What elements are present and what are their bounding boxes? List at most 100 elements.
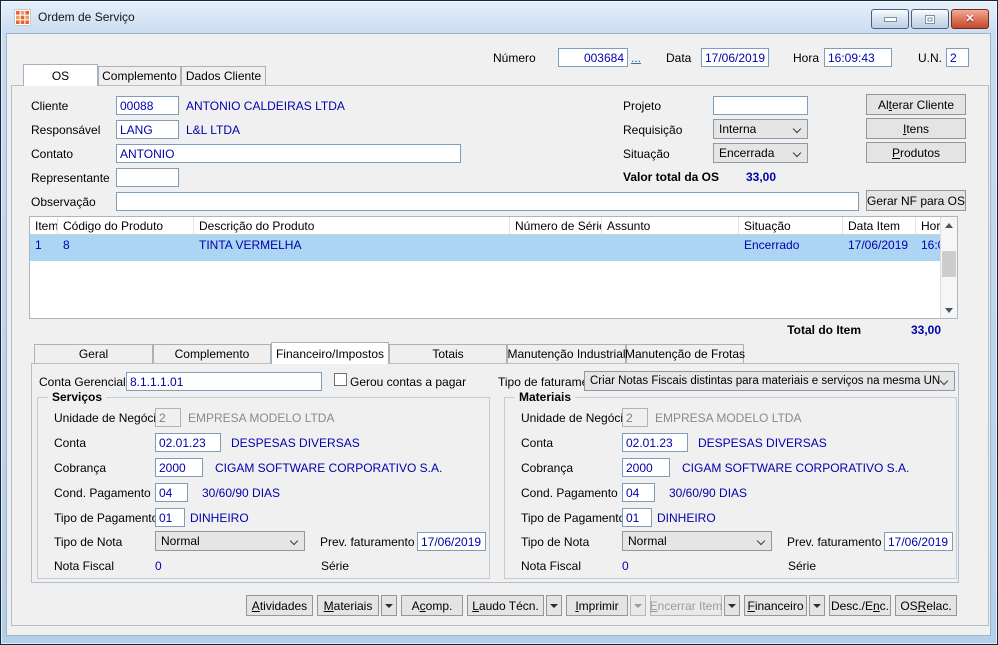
tipo-pagamento-label: Tipo de Pagamento	[521, 511, 625, 525]
conta-label: Conta	[54, 436, 86, 450]
os-relac-button[interactable]: OS Relac.	[895, 595, 957, 616]
observacao-input[interactable]	[116, 192, 859, 211]
col-data-item[interactable]: Data Item	[843, 217, 916, 234]
cliente-input[interactable]	[116, 96, 179, 115]
prev-faturamento-input[interactable]	[884, 532, 953, 551]
col-situacao[interactable]: Situação	[739, 217, 843, 234]
cell-assunto	[602, 235, 739, 261]
tipo-nota-value: Normal	[161, 534, 200, 548]
requisicao-select[interactable]: Interna	[713, 119, 808, 139]
produtos-button[interactable]: Produtos	[866, 142, 966, 163]
cond-pagamento-input[interactable]	[155, 483, 188, 502]
tab-dados-cliente[interactable]: Dados Cliente	[181, 66, 266, 85]
servicos-group: Serviços Unidade de Negócio EMPRESA MODE…	[37, 397, 490, 579]
cond-pagamento-desc: 30/60/90 DIAS	[202, 486, 280, 500]
total-item-value: 33,00	[876, 323, 941, 337]
cobranca-desc: CIGAM SOFTWARE CORPORATIVO S.A.	[682, 461, 909, 475]
conta-label: Conta	[521, 436, 553, 450]
table-scrollbar[interactable]	[940, 217, 957, 318]
col-numero-serie[interactable]: Número de Série	[510, 217, 602, 234]
tipo-pagamento-input[interactable]	[155, 508, 185, 527]
responsavel-input[interactable]	[116, 120, 179, 139]
responsavel-name: L&L LTDA	[186, 123, 240, 137]
unidade-negocio-label: Unidade de Negócio	[54, 411, 163, 425]
gerou-contas-label: Gerou contas a pagar	[350, 375, 466, 389]
cell-item: 1	[30, 235, 58, 261]
tipo-nota-select[interactable]: Normal	[622, 531, 772, 551]
col-item[interactable]: Item	[30, 217, 58, 234]
gerou-contas-checkbox[interactable]	[334, 373, 347, 386]
tipo-pagamento-input[interactable]	[622, 508, 652, 527]
financeiro-button[interactable]: Financeiro	[744, 595, 807, 616]
items-table: Item Código do Produto Descrição do Prod…	[29, 216, 958, 319]
tipo-nota-label: Tipo de Nota	[54, 535, 122, 549]
tab-financeiro-impostos[interactable]: Financeiro/Impostos	[271, 342, 389, 364]
tab-geral[interactable]: Geral	[34, 344, 153, 363]
desc-enc-button[interactable]: Desc./Enc.	[829, 595, 891, 616]
cobranca-input[interactable]	[155, 458, 203, 477]
materiais-button[interactable]: Materiais	[317, 595, 379, 616]
close-icon: ✕	[965, 14, 974, 25]
prev-faturamento-input[interactable]	[417, 532, 486, 551]
hora-input[interactable]	[824, 48, 892, 67]
close-button[interactable]: ✕	[951, 9, 989, 29]
nota-fiscal-label: Nota Fiscal	[521, 559, 581, 573]
encerrar-dropdown-button[interactable]	[724, 595, 740, 616]
numero-browse-link[interactable]: ...	[631, 51, 641, 65]
valor-total-label: Valor total da OS	[623, 170, 719, 184]
materiais-dropdown-button[interactable]	[381, 595, 397, 616]
chevron-down-icon	[793, 149, 801, 157]
restore-button[interactable]	[911, 9, 949, 29]
chevron-down-icon	[290, 537, 298, 545]
situacao-select[interactable]: Encerrada	[713, 143, 808, 163]
numero-input[interactable]	[558, 48, 628, 67]
tab-manutencao-industrial[interactable]: Manutenção Industrial	[507, 344, 626, 363]
data-input[interactable]	[701, 48, 769, 67]
minimize-button[interactable]	[871, 9, 909, 29]
tab-manutencao-frotas[interactable]: Manutenção de Frotas	[626, 344, 744, 363]
tab-complemento[interactable]: Complemento	[98, 66, 181, 85]
materiais-group: Materiais Unidade de Negócio EMPRESA MOD…	[504, 397, 957, 579]
dropdown-arrow-icon	[728, 604, 736, 608]
conta-input[interactable]	[155, 433, 221, 452]
app-icon	[14, 9, 31, 26]
laudo-dropdown-button[interactable]	[546, 595, 562, 616]
unidade-negocio-label: Unidade de Negócio	[521, 411, 630, 425]
itens-button[interactable]: Itens	[866, 118, 966, 139]
projeto-input[interactable]	[713, 96, 808, 115]
cell-descricao: TINTA VERMELHA	[194, 235, 510, 261]
cobranca-label: Cobrança	[521, 461, 573, 475]
chevron-down-icon	[757, 537, 765, 545]
tab-totais[interactable]: Totais	[389, 344, 507, 363]
laudo-tecn-button[interactable]: Laudo Técn.	[467, 595, 544, 616]
col-descricao-produto[interactable]: Descrição do Produto	[194, 217, 510, 234]
col-assunto[interactable]: Assunto	[602, 217, 739, 234]
conta-input[interactable]	[622, 433, 688, 452]
conta-gerencial-input[interactable]	[126, 372, 322, 391]
un-input[interactable]	[946, 48, 969, 67]
col-codigo-produto[interactable]: Código do Produto	[58, 217, 194, 234]
cobranca-input[interactable]	[622, 458, 670, 477]
contato-input[interactable]	[116, 144, 461, 163]
cell-data-item: 17/06/2019	[843, 235, 916, 261]
gerar-nf-button[interactable]: Gerar NF para OS	[866, 190, 966, 211]
tab-complemento-detail[interactable]: Complemento	[153, 344, 271, 363]
acomp-button[interactable]: Acomp.	[401, 595, 463, 616]
financeiro-dropdown-button[interactable]	[809, 595, 825, 616]
situacao-value: Encerrada	[719, 146, 774, 160]
tab-os[interactable]: OS	[23, 64, 98, 86]
tipo-faturamento-select[interactable]: Criar Notas Fiscais distintas para mater…	[584, 371, 955, 391]
scrollbar-thumb[interactable]	[942, 251, 956, 277]
tipo-nota-select[interactable]: Normal	[155, 531, 305, 551]
table-row-selected[interactable]: 1 8 TINTA VERMELHA Encerrado 17/06/2019 …	[30, 235, 957, 261]
conta-desc: DESPESAS DIVERSAS	[231, 436, 360, 450]
atividades-button[interactable]: Atividades	[246, 595, 313, 616]
scroll-down-icon[interactable]	[941, 302, 957, 318]
nota-fiscal-value: 0	[155, 559, 162, 573]
scroll-up-icon[interactable]	[941, 217, 957, 233]
alterar-cliente-button[interactable]: Alterar Cliente	[866, 94, 966, 115]
cobranca-label: Cobrança	[54, 461, 106, 475]
representante-input[interactable]	[116, 168, 179, 187]
imprimir-button[interactable]: Imprimir	[566, 595, 628, 616]
cond-pagamento-input[interactable]	[622, 483, 655, 502]
